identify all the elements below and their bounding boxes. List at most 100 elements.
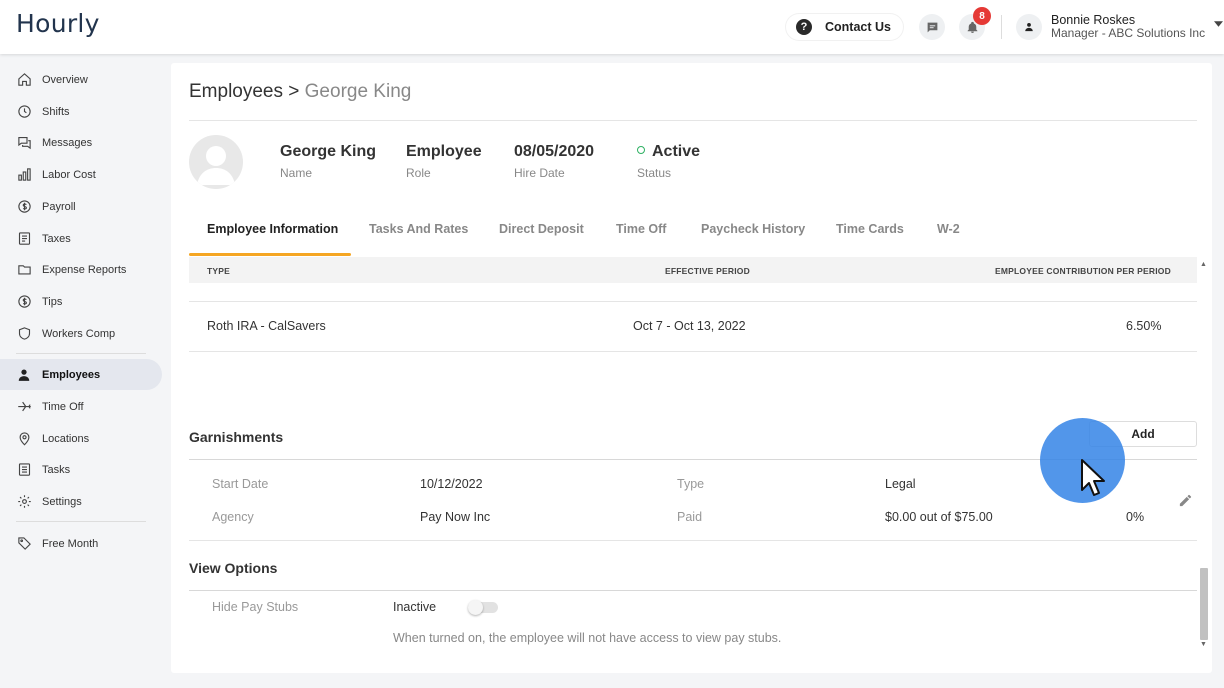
help-icon: ? xyxy=(796,19,812,35)
breadcrumb: Employees > George King xyxy=(189,81,411,103)
start-date-label: Start Date xyxy=(212,477,269,491)
employee-role-label: Role xyxy=(406,166,431,180)
sidebar-item-label: Employees xyxy=(42,368,101,381)
hide-pay-stubs-toggle[interactable] xyxy=(468,600,501,615)
sidebar-item-locations[interactable]: Locations xyxy=(0,423,162,454)
sidebar-divider xyxy=(16,521,146,522)
messages-button[interactable] xyxy=(919,14,945,40)
user-role: Manager - ABC Solutions Inc xyxy=(1051,26,1206,40)
sidebar-item-label: Shifts xyxy=(42,105,70,118)
column-header-effective-period: EFFECTIVE PERIOD xyxy=(665,266,750,276)
header-divider xyxy=(1001,15,1002,39)
dollar-circle-icon xyxy=(16,294,32,310)
user-avatar[interactable] xyxy=(1016,14,1042,40)
tab-w2[interactable]: W-2 xyxy=(937,222,960,236)
edit-pencil-icon[interactable] xyxy=(1178,493,1193,508)
divider xyxy=(189,351,1197,352)
toggle-knob xyxy=(468,600,483,615)
chevron-down-icon[interactable] xyxy=(1214,21,1223,27)
tab-time-off[interactable]: Time Off xyxy=(616,222,666,236)
tab-direct-deposit[interactable]: Direct Deposit xyxy=(499,222,584,236)
tab-employee-information[interactable]: Employee Information xyxy=(207,222,338,236)
sidebar-item-label: Taxes xyxy=(42,232,71,245)
paid-value: $0.00 out of $75.00 xyxy=(885,510,993,524)
pin-icon xyxy=(16,431,32,447)
tag-icon xyxy=(16,536,32,552)
sidebar-item-expense-reports[interactable]: Expense Reports xyxy=(0,254,162,285)
sidebar-item-label: Messages xyxy=(42,136,93,149)
sidebar-item-employees[interactable]: Employees xyxy=(0,359,162,390)
sidebar-item-time-off[interactable]: Time Off xyxy=(0,391,162,422)
sidebar-item-label: Time Off xyxy=(42,400,84,413)
employee-name: George King xyxy=(280,143,377,160)
person-icon xyxy=(16,367,32,383)
sidebar-item-taxes[interactable]: Taxes xyxy=(0,223,162,254)
sidebar-item-tips[interactable]: Tips xyxy=(0,286,162,317)
divider xyxy=(189,540,1197,541)
sidebar-item-label: Labor Cost xyxy=(42,168,96,181)
sidebar-item-labor-cost[interactable]: Labor Cost xyxy=(0,159,162,190)
type-value: Legal xyxy=(885,477,916,491)
sidebar-item-label: Free Month xyxy=(42,537,99,550)
sidebar-item-free-month[interactable]: Free Month xyxy=(0,528,162,559)
garnishments-title: Garnishments xyxy=(189,429,284,445)
row-period: Oct 7 - Oct 13, 2022 xyxy=(633,319,746,333)
breadcrumb-separator: > xyxy=(283,81,305,102)
start-date-value: 10/12/2022 xyxy=(420,477,483,491)
scrollbar-thumb[interactable] xyxy=(1200,568,1208,640)
shield-icon xyxy=(16,326,32,342)
divider xyxy=(189,120,1197,121)
gear-icon xyxy=(16,494,32,510)
notification-badge: 8 xyxy=(973,7,991,25)
sidebar-item-tasks[interactable]: Tasks xyxy=(0,454,162,485)
person-icon xyxy=(1025,23,1033,32)
sidebar-item-label: Overview xyxy=(42,73,88,86)
sidebar-item-label: Workers Comp xyxy=(42,327,116,340)
scroll-down-arrow-icon[interactable]: ▼ xyxy=(1200,641,1207,648)
scroll-up-arrow-icon[interactable]: ▲ xyxy=(1200,261,1207,268)
divider xyxy=(189,301,1197,302)
list-icon xyxy=(16,462,32,478)
hide-pay-stubs-label: Hide Pay Stubs xyxy=(212,600,299,614)
sidebar-item-payroll[interactable]: Payroll xyxy=(0,191,162,222)
sidebar-item-messages[interactable]: Messages xyxy=(0,127,162,158)
active-tab-indicator xyxy=(189,253,351,256)
app-logo[interactable]: Hourly xyxy=(16,9,100,38)
row-contribution: 6.50% xyxy=(1126,319,1162,333)
sidebar-item-overview[interactable]: Overview xyxy=(0,64,162,95)
person-placeholder-icon xyxy=(197,146,235,185)
employee-detail-card: Employees > George King George King Name… xyxy=(171,63,1212,673)
tab-time-cards[interactable]: Time Cards xyxy=(836,222,904,236)
paid-percent: 0% xyxy=(1126,510,1145,524)
sidebar: Overview Shifts Messages Labor Cost Payr… xyxy=(0,54,170,688)
status-dot-icon xyxy=(637,145,645,154)
chat-icon xyxy=(16,135,32,151)
employee-name-label: Name xyxy=(280,166,313,180)
employee-avatar xyxy=(189,135,243,189)
bar-chart-icon xyxy=(16,167,32,183)
agency-value: Pay Now Inc xyxy=(420,510,491,524)
plane-icon xyxy=(16,399,32,415)
employee-status-value: Active xyxy=(652,143,701,160)
tab-paycheck-history[interactable]: Paycheck History xyxy=(701,222,805,236)
home-icon xyxy=(16,72,32,88)
tab-tasks-and-rates[interactable]: Tasks And Rates xyxy=(369,222,468,236)
sidebar-item-shifts[interactable]: Shifts xyxy=(0,96,162,127)
breadcrumb-parent-link[interactable]: Employees xyxy=(189,81,283,102)
dollar-circle-icon xyxy=(16,199,32,215)
user-name[interactable]: Bonnie Roskes xyxy=(1051,13,1135,27)
sidebar-divider xyxy=(16,353,146,354)
sidebar-item-label: Expense Reports xyxy=(42,263,127,276)
contact-us-button[interactable]: ? Contact Us xyxy=(786,14,903,40)
folder-icon xyxy=(16,262,32,278)
employee-hire-date-label: Hire Date xyxy=(514,166,565,180)
breadcrumb-current: George King xyxy=(304,81,412,102)
employee-status: Active xyxy=(637,143,700,161)
sidebar-item-workers-comp[interactable]: Workers Comp xyxy=(0,318,162,349)
sidebar-item-settings[interactable]: Settings xyxy=(0,486,162,517)
sidebar-item-label: Settings xyxy=(42,495,82,508)
hide-pay-stubs-help: When turned on, the employee will not ha… xyxy=(393,631,782,645)
column-header-type: TYPE xyxy=(207,266,231,276)
contact-us-label: Contact Us xyxy=(825,20,891,34)
row-type: Roth IRA - CalSavers xyxy=(207,319,326,333)
